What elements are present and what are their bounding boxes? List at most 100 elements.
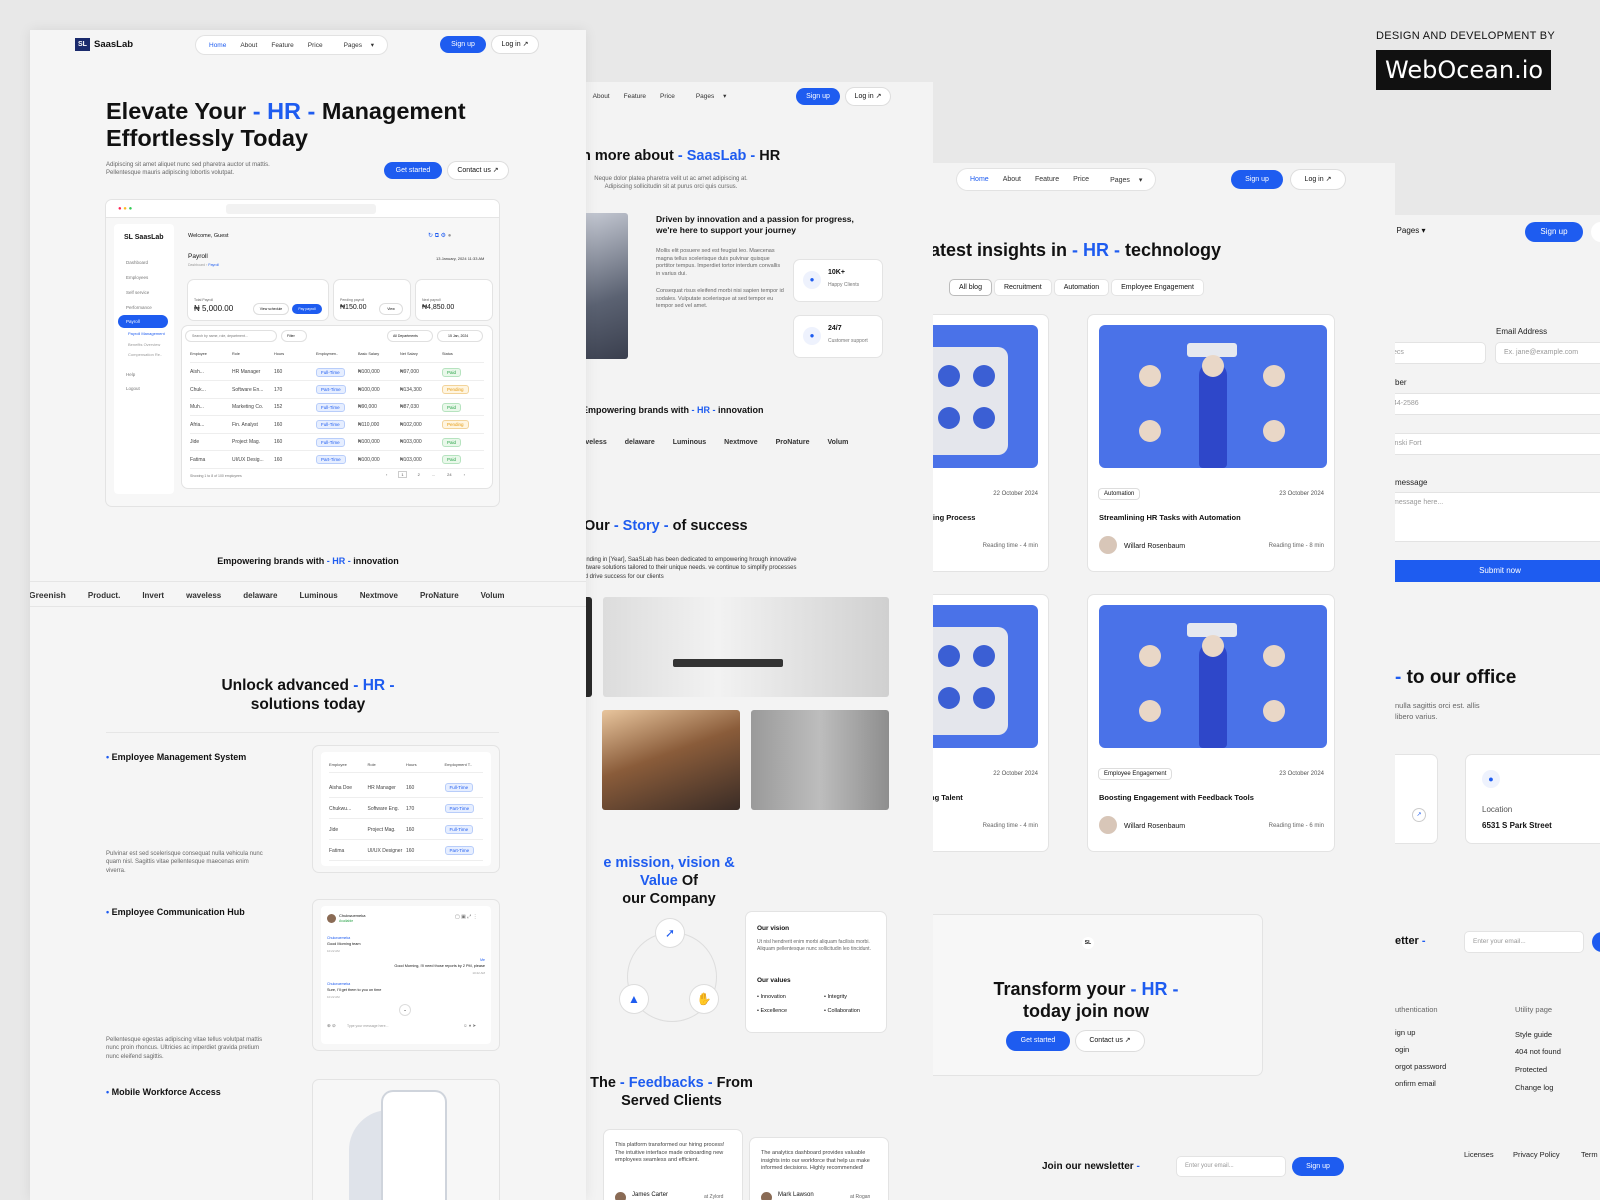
dash-search-input[interactable]: Search by name, role, department...: [186, 331, 276, 341]
dash-submenu-item[interactable]: Compensation Re..: [128, 352, 162, 357]
chip-all-blog[interactable]: All blog: [950, 280, 991, 295]
dash-submenu-item[interactable]: Payroll Management: [128, 331, 165, 336]
table-row[interactable]: Aisha Doe HR Manager 160 Full-Time: [329, 778, 483, 798]
view-button[interactable]: View: [380, 304, 402, 314]
chip-engagement[interactable]: Employee Engagement: [1112, 280, 1203, 295]
submit-button[interactable]: Submit now: [1395, 560, 1600, 582]
dash-date-picker[interactable]: 15 Jan, 2024: [438, 331, 482, 341]
newsletter-signup-button[interactable]: Sign up: [1292, 1157, 1344, 1176]
dash-menu-item[interactable]: Performance: [126, 305, 152, 310]
signup-button[interactable]: Sign up: [796, 88, 840, 105]
chat-status: Available: [339, 919, 354, 923]
table-row[interactable]: Fatima UI/UX Designer 160 Part-Time: [329, 841, 483, 861]
footer-col1-item[interactable]: ogin: [1395, 1045, 1409, 1054]
get-started-button[interactable]: Get started: [1006, 1031, 1070, 1051]
footer-link[interactable]: Term: [1581, 1150, 1598, 1159]
footer-col2-item[interactable]: Protected: [1515, 1065, 1547, 1074]
table-row[interactable]: Muh... Marketing Co. 152 Full-Time ₦90,000 ₦8…: [190, 399, 484, 416]
dash-breadcrumb: Dashboard › Payroll: [188, 263, 219, 267]
nav-about[interactable]: About: [233, 42, 264, 49]
page-number[interactable]: 1: [399, 472, 405, 477]
dash-menu-item-active[interactable]: Payroll: [118, 315, 168, 328]
page-number[interactable]: 2: [418, 472, 420, 477]
dash-menu-item[interactable]: Dashboard: [126, 260, 148, 265]
table-row[interactable]: Jide Project Mag. 160 Full-Time ₦100,000 ₦103…: [190, 434, 484, 451]
message-input[interactable]: message here...: [1395, 493, 1600, 541]
nav-pages[interactable]: Pages ▾: [330, 41, 382, 49]
dash-dept-select[interactable]: All Departments: [388, 331, 432, 341]
phone-input[interactable]: 44-2586: [1395, 394, 1600, 414]
meeting-photo: [602, 710, 740, 810]
chat-attach-icons[interactable]: ⊕ ⊘: [327, 1023, 336, 1029]
dash-submenu-item[interactable]: Benefits Overview: [128, 342, 160, 347]
blog-read-time: Reading time - 4 min: [982, 823, 1038, 829]
nav-feature[interactable]: Feature: [1028, 176, 1066, 183]
nav-price[interactable]: Price: [1066, 176, 1096, 183]
nav-pages[interactable]: Pages ▾: [682, 92, 734, 100]
nav-feature[interactable]: Feature: [617, 93, 653, 100]
logo[interactable]: SL SaasLab: [75, 38, 133, 51]
arrow-icon[interactable]: ↗: [1413, 809, 1425, 821]
newsletter-input[interactable]: Enter your email...: [1465, 932, 1583, 952]
dash-menu-item[interactable]: Self service: [126, 290, 149, 295]
dash-filter-button[interactable]: Filter: [282, 331, 306, 341]
footer-col2-item[interactable]: Style guide: [1515, 1030, 1552, 1039]
contact-button[interactable]: Contact us ↗: [448, 162, 508, 179]
footer-col1-item[interactable]: onfirm email: [1395, 1079, 1436, 1088]
footer-link[interactable]: Licenses: [1464, 1150, 1494, 1159]
nav-pages[interactable]: Pages ▾: [1395, 222, 1431, 239]
name-input[interactable]: ecs: [1395, 343, 1485, 363]
nav-home[interactable]: Home: [963, 176, 996, 183]
signup-button[interactable]: Sign up: [440, 36, 486, 53]
nav-pages[interactable]: Pages ▾: [1096, 176, 1149, 184]
blog-card[interactable]: 22 October 2024 ring Process Reading tim…: [930, 315, 1048, 571]
nav-home[interactable]: Home: [202, 42, 233, 49]
blog-card[interactable]: 22 October 2024 ng Talent Reading time -…: [930, 595, 1048, 851]
nav-price[interactable]: Price: [653, 93, 682, 100]
footer-link[interactable]: Privacy Policy: [1513, 1150, 1560, 1159]
signup-button[interactable]: Sign up: [1231, 170, 1283, 189]
blog-card[interactable]: Employee Engagement 23 October 2024 Boos…: [1088, 595, 1334, 851]
nav-price[interactable]: Price: [301, 42, 330, 49]
chip-recruitment[interactable]: Recruitment: [994, 280, 1051, 295]
chat-input[interactable]: Type your message here...: [347, 1024, 447, 1028]
login-button-edge[interactable]: [1591, 222, 1600, 242]
address-input[interactable]: inski Fort: [1395, 434, 1600, 454]
view-schedule-button[interactable]: View schedule: [254, 304, 288, 314]
page-prev[interactable]: ‹: [386, 472, 387, 477]
dash-menu-item[interactable]: Help: [126, 372, 135, 377]
footer-col1-item[interactable]: orgot password: [1395, 1062, 1446, 1071]
footer-col2-item[interactable]: Change log: [1515, 1083, 1553, 1092]
login-button[interactable]: Log in ↗: [846, 88, 890, 105]
table-row[interactable]: Chukwu... Software Eng. 170 Part-Time: [329, 799, 483, 819]
login-button[interactable]: Log in ↗: [1291, 170, 1345, 189]
email-input[interactable]: Ex. jane@example.com: [1496, 343, 1600, 363]
page-next[interactable]: ›: [464, 472, 465, 477]
table-row[interactable]: Fatima UI/UX Desig... 160 Part-Time ₦100,000…: [190, 452, 484, 469]
contact-button[interactable]: Contact us ↗: [1076, 1031, 1144, 1051]
page-number[interactable]: 24: [447, 472, 451, 477]
scroll-down-icon[interactable]: ⌄: [400, 1005, 410, 1015]
dash-menu-item[interactable]: Employees: [126, 275, 148, 280]
nav-about[interactable]: About: [586, 93, 617, 100]
signup-button[interactable]: Sign up: [1525, 222, 1583, 242]
mountain-icon: ▲: [620, 985, 648, 1013]
newsletter-input[interactable]: Enter your email...: [1177, 1157, 1285, 1176]
table-row[interactable]: Aish... HR Manager 160 Full-Time ₦100,000 ₦97…: [190, 364, 484, 381]
table-row[interactable]: Afria... Fin. Analyst 160 Full-Time ₦110,000…: [190, 417, 484, 434]
get-started-button[interactable]: Get started: [384, 162, 442, 179]
blog-card[interactable]: Automation 23 October 2024 Streamlining …: [1088, 315, 1334, 571]
pay-payroll-button[interactable]: Pay payroll: [292, 304, 322, 314]
chip-automation[interactable]: Automation: [1054, 280, 1109, 295]
table-row[interactable]: Chuk... Software En... 170 Part-Time ₦100,00…: [190, 382, 484, 399]
newsletter-button-edge[interactable]: [1592, 932, 1600, 952]
footer-col2-item[interactable]: 404 not found: [1515, 1047, 1561, 1056]
nav-feature[interactable]: Feature: [264, 42, 300, 49]
footer-col1-item[interactable]: ign up: [1395, 1028, 1415, 1037]
chat-send-icons[interactable]: ☺ ♦ ➤: [463, 1023, 476, 1029]
table-row[interactable]: Jide Project Mag. 160 Full-Time: [329, 820, 483, 840]
login-button[interactable]: Log in ↗: [492, 36, 538, 53]
nav-about[interactable]: About: [996, 176, 1028, 183]
brand-logo: waveless: [186, 591, 222, 600]
dash-menu-item[interactable]: Logout: [126, 386, 140, 391]
